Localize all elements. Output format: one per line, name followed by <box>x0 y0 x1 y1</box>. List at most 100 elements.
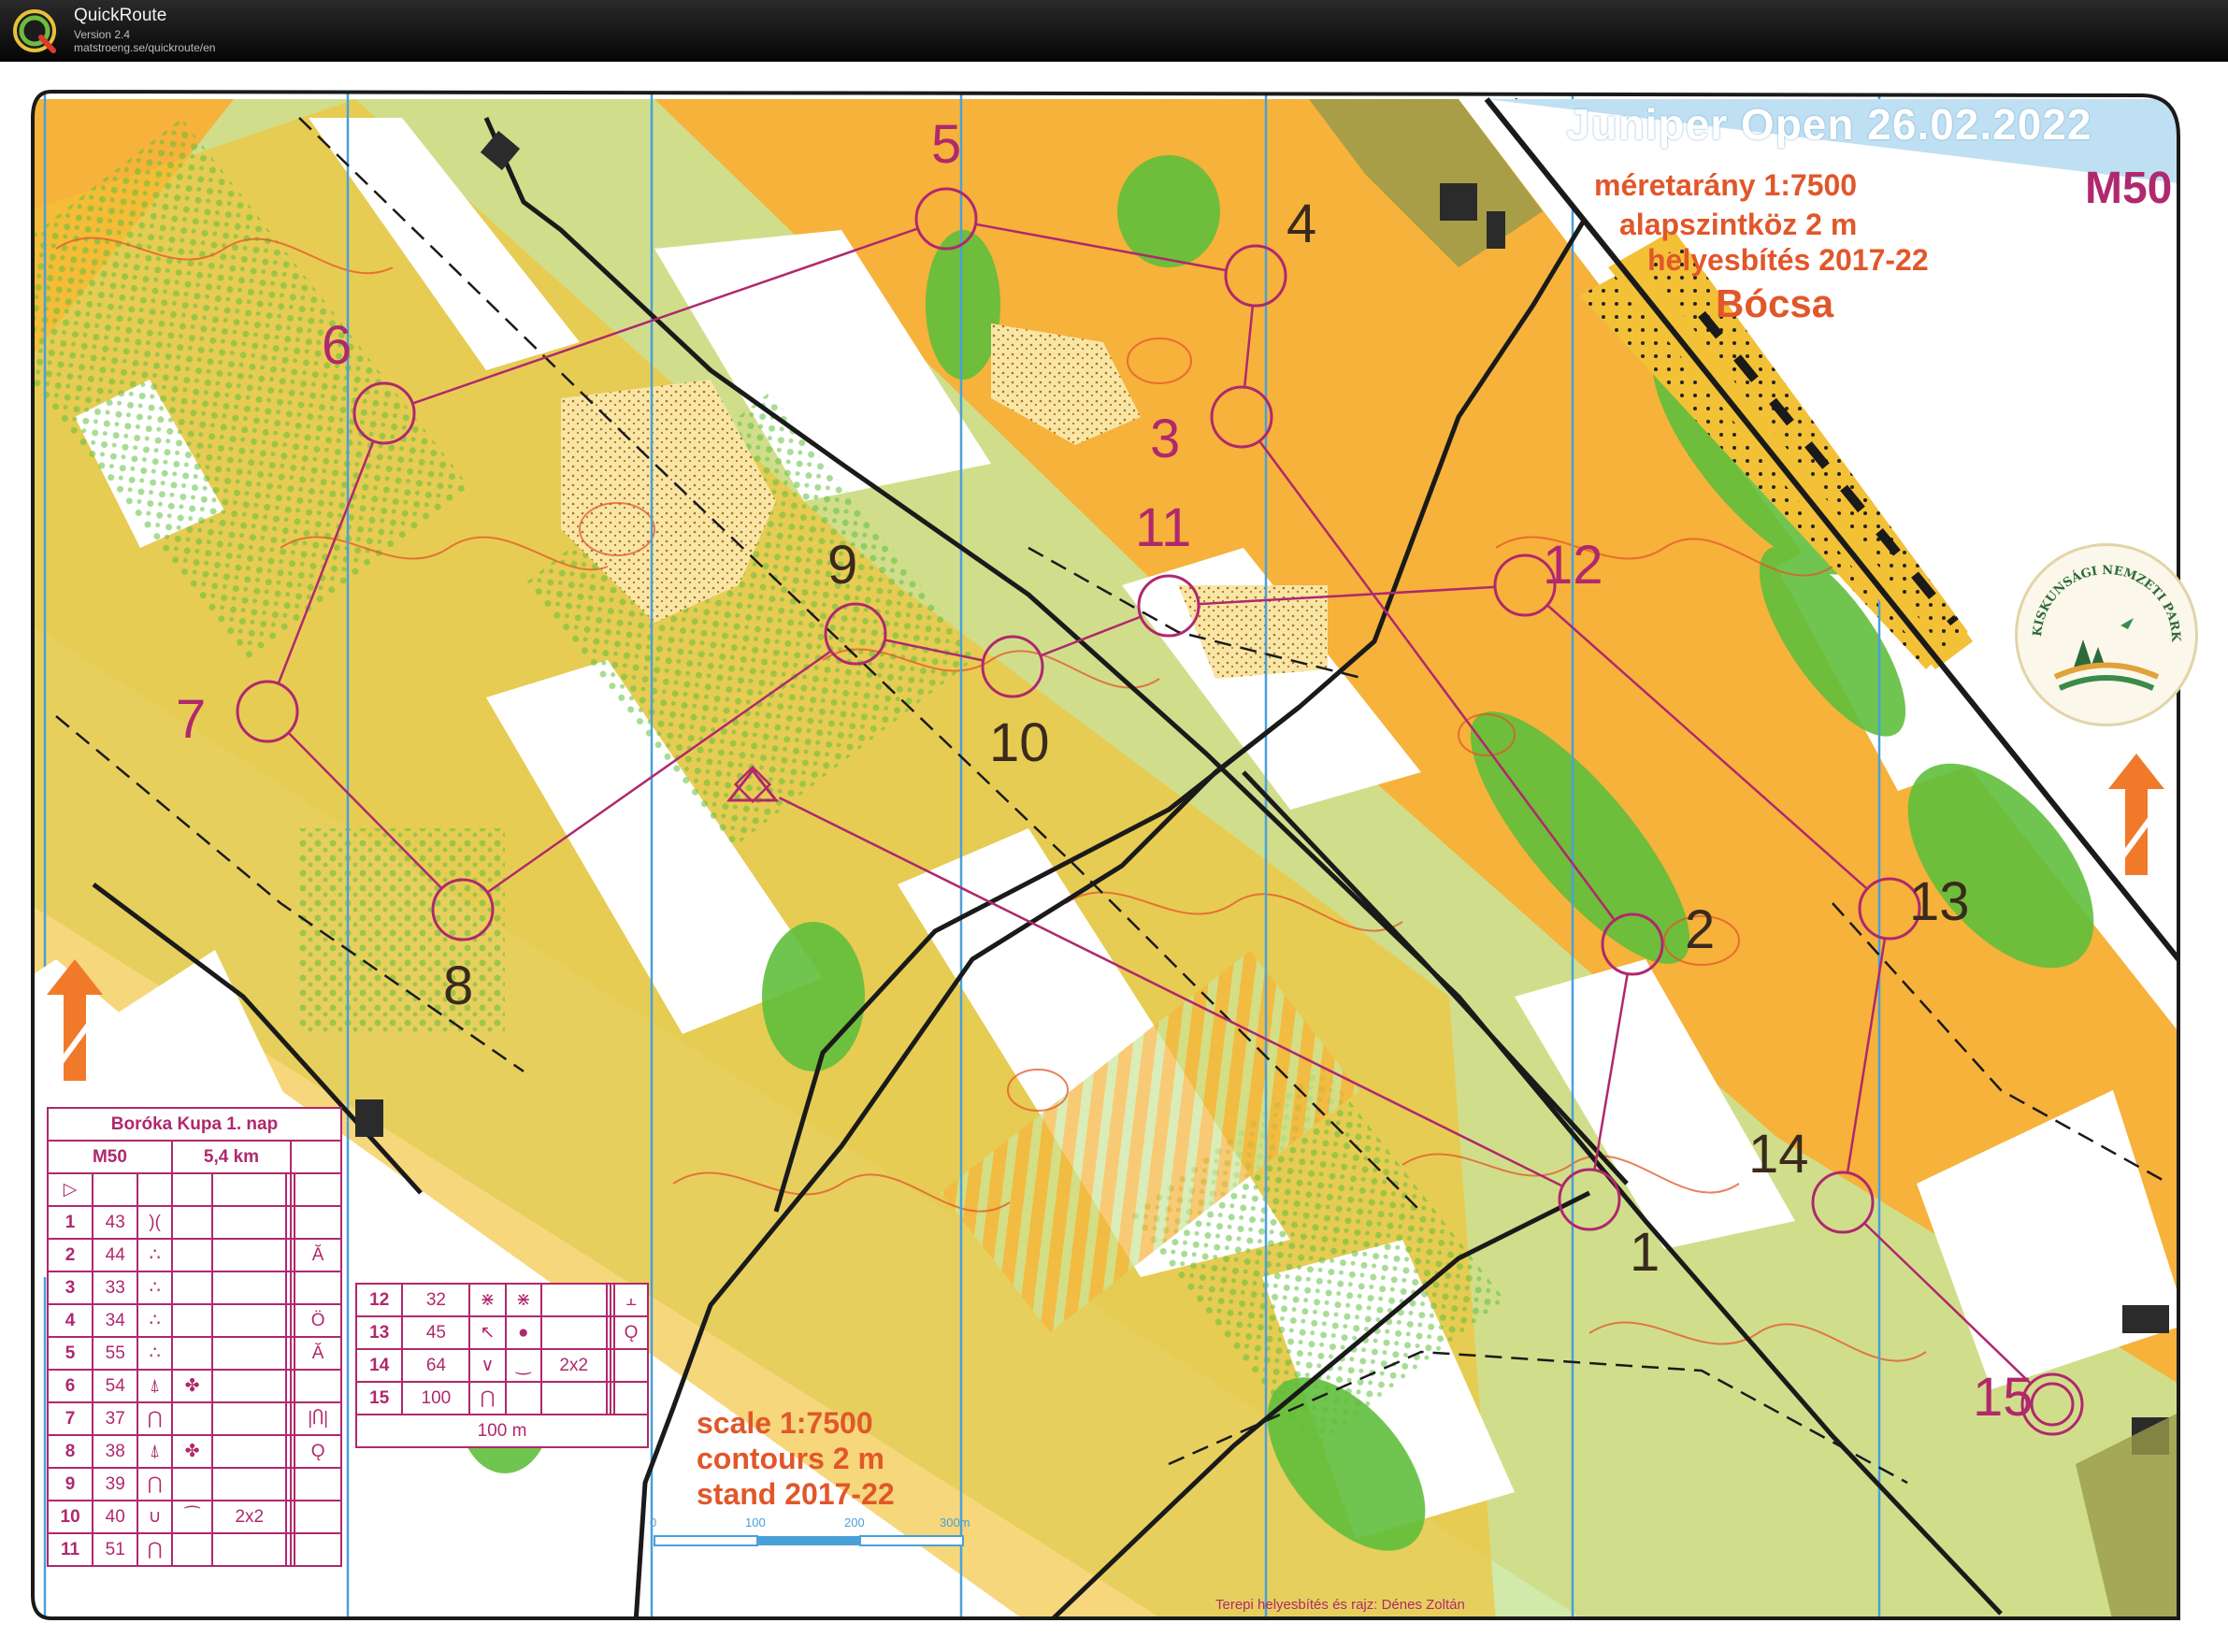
description-cell-g: Ǫ <box>294 1434 342 1469</box>
description-cell-g <box>294 1205 342 1240</box>
description-cell-d <box>504 1381 542 1415</box>
description-cell-g <box>613 1348 649 1383</box>
description-row: 15 100 ⋂ <box>354 1381 649 1415</box>
description-cell-d <box>170 1303 214 1338</box>
control-number-3: 3 <box>1150 409 1181 469</box>
scalebar-tick-0: 0 <box>650 1516 657 1530</box>
description-cell-n: 5 <box>46 1336 94 1371</box>
finish-leg-distance: 100 m <box>477 1420 527 1441</box>
scale-info-en: scale 1:7500 contours 2 m stand 2017-22 <box>697 1405 895 1512</box>
control-number-11: 11 <box>1135 497 1192 558</box>
description-length: 5,4 km <box>170 1140 293 1174</box>
control-number-9: 9 <box>827 535 858 596</box>
description-row: 2 44 ∴ Ă <box>46 1238 342 1272</box>
description-cell-e <box>211 1238 288 1272</box>
stand-hu-label: helyesbítés 2017-22 <box>1647 243 1929 277</box>
finish-leg-row: 100 m <box>355 1414 649 1448</box>
description-cell-d <box>170 1467 214 1501</box>
description-cell-code: 55 <box>92 1336 139 1371</box>
description-cell-n: 15 <box>354 1381 404 1415</box>
description-cell-c: ⋂ <box>137 1532 173 1567</box>
description-cell-g <box>294 1467 342 1501</box>
place-name: Bócsa <box>1716 281 1834 325</box>
stand-en-label: stand 2017-22 <box>697 1477 895 1511</box>
control-number-8: 8 <box>443 955 474 1016</box>
description-cell-d <box>170 1336 214 1371</box>
description-cell-c: ⋇ <box>468 1283 507 1317</box>
description-cell-d <box>170 1401 214 1436</box>
control-number-12: 12 <box>1543 535 1603 596</box>
description-cell-d <box>170 1238 214 1272</box>
description-cell-code: 45 <box>401 1315 471 1350</box>
description-cell-c: ⋂ <box>137 1467 173 1501</box>
description-cell-g: |Ⴖ| <box>294 1401 342 1436</box>
description-cell-n: 7 <box>46 1401 94 1436</box>
description-cell-e <box>211 1369 288 1403</box>
description-cell-g <box>294 1532 342 1567</box>
description-row: 10 40 ∪ ⁀ 2x2 <box>46 1500 342 1534</box>
description-cell-e <box>211 1532 288 1567</box>
description-cell-code: 38 <box>92 1434 139 1469</box>
description-empty <box>290 1140 342 1174</box>
description-row: 11 51 ⋂ <box>46 1532 342 1567</box>
description-cell-g: Ǫ <box>613 1315 649 1350</box>
description-cell-d <box>170 1271 214 1305</box>
description-cell-n: 2 <box>46 1238 94 1272</box>
description-cell-g: ⫠ <box>613 1283 649 1317</box>
description-cell-c: ⋂ <box>137 1401 173 1436</box>
description-cell-g <box>294 1500 342 1534</box>
control-number-13: 13 <box>1909 871 1970 932</box>
scale-en-label: scale 1:7500 <box>697 1406 873 1440</box>
description-cell-c: ∴ <box>137 1336 173 1371</box>
event-title: Juniper Open 26.02.2022 <box>1566 100 2092 149</box>
description-cell-c: ∴ <box>137 1303 173 1338</box>
description-cell-e <box>211 1336 288 1371</box>
app-version: Version 2.4 <box>74 28 131 41</box>
description-cell-d <box>170 1532 214 1567</box>
control-description-sheet-part2: 12 32 ⋇ ⋇ ⫠ 13 45 ↖ ● Ǫ 14 64 ∨ ‿ 2x2 15 100 ⋂ 100 m <box>354 1283 649 1448</box>
scale-hu-label: méretarány 1:7500 <box>1594 168 1858 202</box>
description-cell-n: 1 <box>46 1205 94 1240</box>
description-cell-n: 9 <box>46 1467 94 1501</box>
map-canvas[interactable]: 1 2 3 4 5 6 7 8 9 10 11 12 13 14 15 Juniper Open 26.02… <box>0 62 2228 1652</box>
description-cell-c: ∴ <box>137 1271 173 1305</box>
description-cell-n: 6 <box>46 1369 94 1403</box>
description-cell-e <box>211 1271 288 1305</box>
control-number-6: 6 <box>322 315 352 376</box>
description-cell-d <box>170 1205 214 1240</box>
description-cell-g: Ă <box>294 1238 342 1272</box>
description-row: 6 54 ⍋ ✤ <box>46 1369 342 1403</box>
control-number-2: 2 <box>1685 899 1716 960</box>
description-cell-n: 10 <box>46 1500 94 1534</box>
description-cell-n: 4 <box>46 1303 94 1338</box>
description-cell-c: ⍋ <box>137 1434 173 1469</box>
description-cell-code: 54 <box>92 1369 139 1403</box>
description-cell-e <box>211 1303 288 1338</box>
description-cell-e <box>539 1381 608 1415</box>
description-cell-code: 51 <box>92 1532 139 1567</box>
description-cell-c: ∪ <box>137 1500 173 1534</box>
description-cell-g: Ă <box>294 1336 342 1371</box>
description-cell-g <box>294 1271 342 1305</box>
park-logo-text: KISKUNSÁGI NEMZETI PARK <box>2031 564 2182 643</box>
control-number-5: 5 <box>931 114 962 175</box>
description-cell-d: ✤ <box>170 1369 214 1403</box>
description-cell-e <box>211 1401 288 1436</box>
description-cell-code: 40 <box>92 1500 139 1534</box>
description-cell-code: 100 <box>401 1381 471 1415</box>
contour-hu-label: alapszintköz 2 m <box>1619 208 1858 241</box>
description-cell-c: ∨ <box>468 1348 507 1383</box>
description-cell-e <box>211 1434 288 1469</box>
description-cell-d: ⁀ <box>170 1500 214 1534</box>
control-number-10: 10 <box>989 712 1050 773</box>
description-row: 1 43)( <box>46 1205 342 1240</box>
scale-bar <box>654 1535 964 1546</box>
course-class-label: M50 <box>2085 164 2173 213</box>
description-cell-d: ⋇ <box>504 1283 542 1317</box>
description-row: 5 55 ∴ Ă <box>46 1336 342 1371</box>
description-cell-code: 39 <box>92 1467 139 1501</box>
description-cell-c: ∴ <box>137 1238 173 1272</box>
description-cell-code: 32 <box>401 1283 471 1317</box>
description-cell-e: 2x2 <box>211 1500 288 1534</box>
control-number-15: 15 <box>1973 1367 2034 1428</box>
